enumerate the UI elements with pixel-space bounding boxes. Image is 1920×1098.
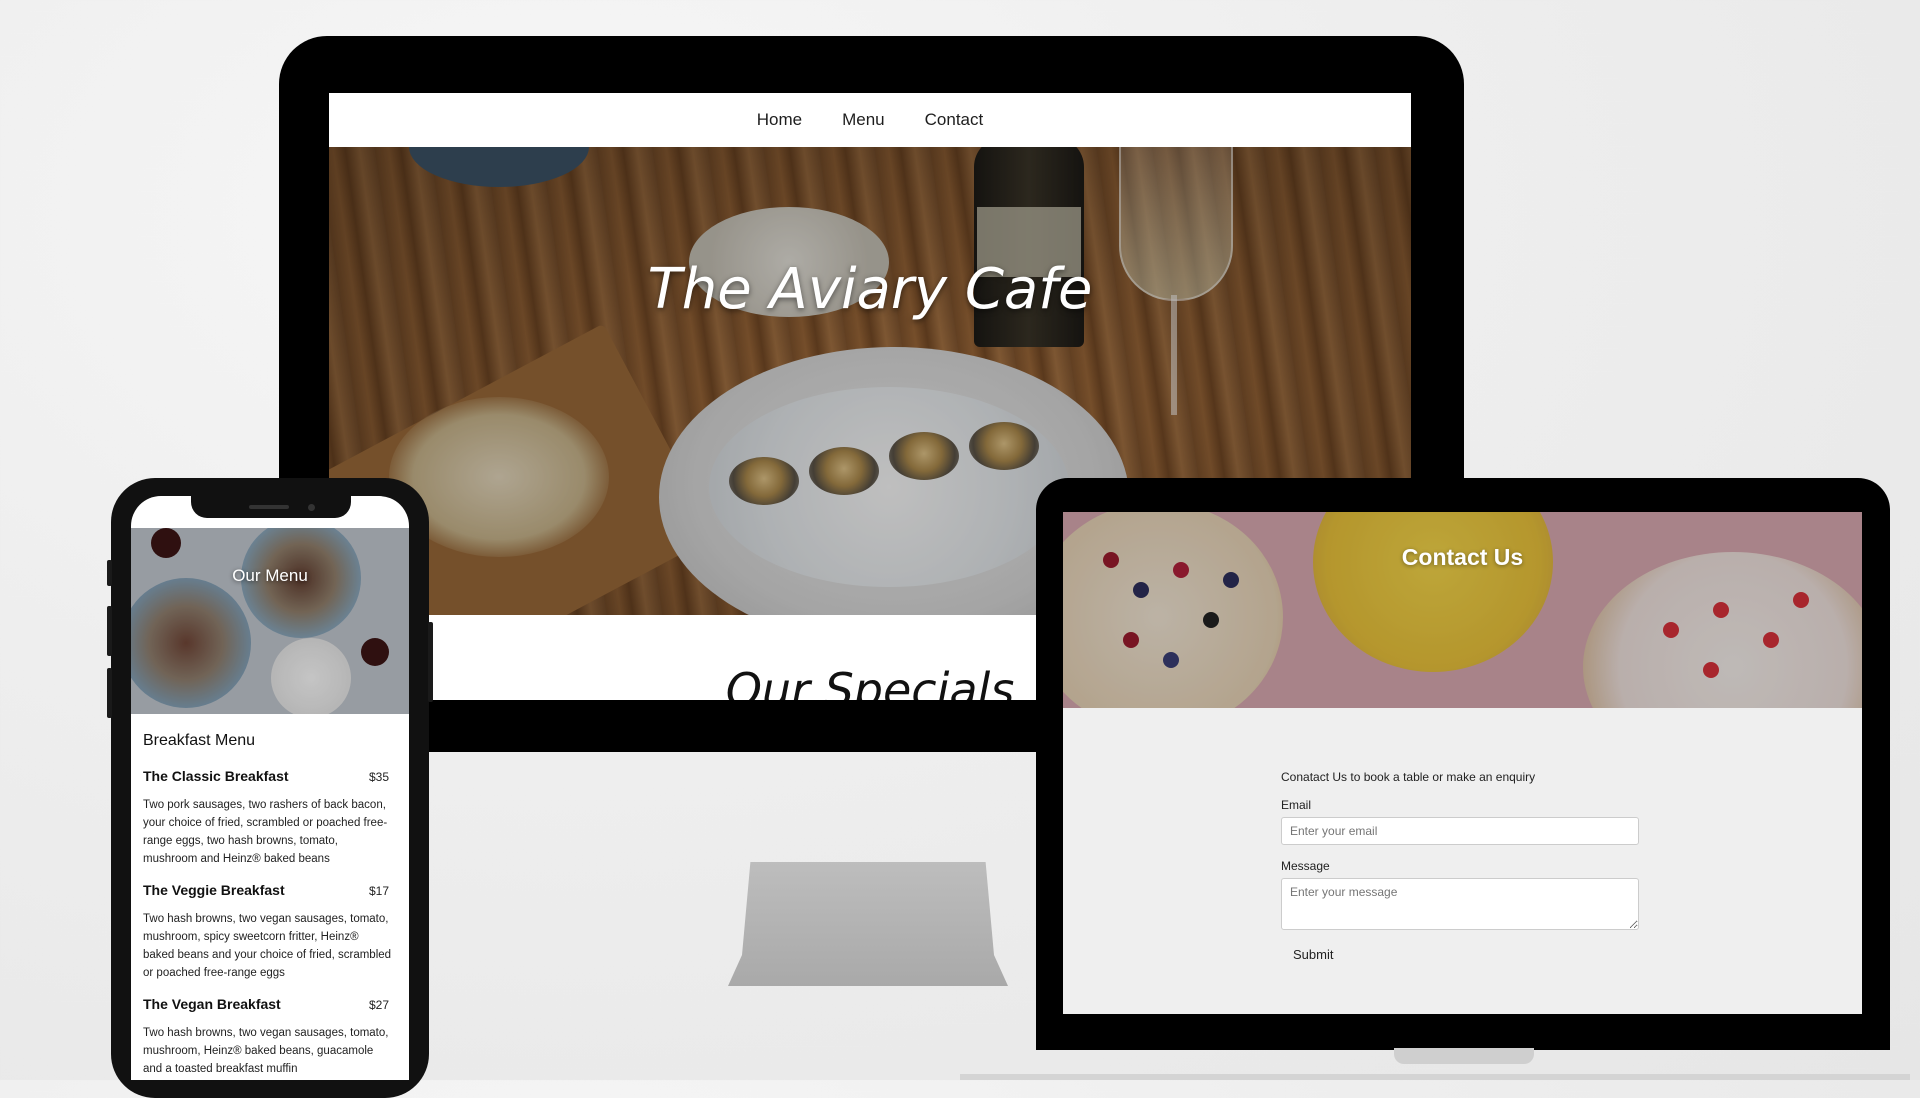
nav-link-menu[interactable]: Menu (842, 110, 885, 130)
breakfast-menu-heading: Breakfast Menu (143, 732, 256, 749)
phone-side-button (107, 560, 112, 586)
phone-menu-content: Breakfast Menu The Classic Breakfast $35… (143, 732, 393, 1080)
menu-item-price: $27 (368, 998, 389, 1012)
contact-intro-text: Conatact Us to book a table or make an e… (1281, 770, 1536, 784)
menu-item: The Vegan Breakfast $27 Two hash browns,… (143, 996, 393, 1078)
hero-title: The Aviary Cafe (647, 257, 1093, 322)
phone-hero-title: Our Menu (232, 566, 308, 585)
speaker-icon (249, 505, 289, 509)
menu-item-description: Two hash browns, two vegan sausages, tom… (143, 913, 392, 979)
contact-form: Conatact Us to book a table or make an e… (1281, 770, 1641, 966)
menu-item: The Classic Breakfast $35 Two pork sausa… (143, 768, 393, 868)
message-field[interactable] (1281, 878, 1639, 930)
laptop-hero-image: Contact Us (1063, 512, 1862, 708)
menu-item-description: Two hash browns, two vegan sausages, tom… (143, 1027, 389, 1075)
laptop-hinge (1394, 1048, 1534, 1064)
camera-icon (308, 504, 315, 511)
laptop-screen: Contact Us Conatact Us to book a table o… (1063, 512, 1862, 1014)
desktop-monitor-stand (728, 862, 1008, 986)
phone-hero-overlay (131, 528, 409, 714)
menu-item-name: The Vegan Breakfast (143, 996, 281, 1012)
email-label: Email (1281, 798, 1312, 812)
laptop-hero-overlay (1063, 512, 1862, 708)
phone-hero-image: Our Menu (131, 528, 409, 714)
nav-link-home[interactable]: Home (757, 110, 802, 130)
menu-item-price: $35 (368, 770, 389, 784)
menu-item: The Veggie Breakfast $17 Two hash browns… (143, 882, 393, 982)
phone-notch (191, 496, 351, 518)
menu-item-price: $17 (368, 884, 389, 898)
email-field[interactable] (1281, 817, 1639, 845)
menu-item-description: Two pork sausages, two rashers of back b… (143, 799, 388, 865)
submit-button[interactable]: Submit (1281, 943, 1345, 966)
phone-volume-down-button (107, 668, 112, 718)
message-label: Message (1281, 859, 1330, 873)
phone-screen: Our Menu Breakfast Menu The Classic Brea… (131, 496, 409, 1080)
phone-volume-up-button (107, 606, 112, 656)
menu-item-name: The Classic Breakfast (143, 768, 289, 784)
phone-power-button (428, 622, 433, 702)
desktop-nav-bar: Home Menu Contact (329, 93, 1411, 147)
laptop-deck (960, 1074, 1910, 1080)
menu-item-name: The Veggie Breakfast (143, 882, 285, 898)
nav-link-contact[interactable]: Contact (925, 110, 984, 130)
contact-hero-title: Contact Us (1401, 544, 1524, 570)
